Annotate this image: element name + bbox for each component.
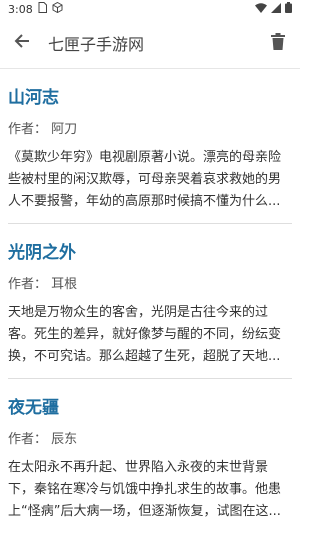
- book-author: 作者： 辰东: [8, 432, 78, 447]
- book-author: 作者： 耳根: [8, 277, 78, 292]
- book-title[interactable]: 光阴之外: [8, 238, 292, 263]
- cube-icon: [52, 1, 63, 16]
- book-author: 作者： 阿刀: [8, 122, 78, 137]
- status-bar: 3:08: [0, 0, 300, 18]
- list-item[interactable]: 光阴之外 作者： 耳根 天地是万物众生的客舍，光阴是古往今来的过客。死生的差异，…: [8, 224, 292, 379]
- book-title[interactable]: 夜无疆: [8, 393, 292, 418]
- book-title[interactable]: 山河志: [8, 83, 292, 108]
- sim-icon: [38, 2, 47, 16]
- signal-icon: [271, 2, 281, 16]
- battery-icon: [285, 2, 292, 16]
- list-item[interactable]: 山河志 作者： 阿刀 《莫欺少年穷》电视剧原著小说。漂亮的母亲险些被村里的闲汉欺…: [8, 69, 292, 224]
- status-time: 3:08: [8, 2, 33, 16]
- list-item[interactable]: 夜无疆 作者： 辰东 在太阳永不再升起、世界陷入永夜的末世背景下，秦铭在寒冷与饥…: [8, 379, 292, 533]
- book-description: 天地是万物众生的客舍，光阴是古往今来的过客。死生的差异，就好像梦与醒的不同，纷纭…: [8, 305, 282, 364]
- book-description: 《莫欺少年穷》电视剧原著小说。漂亮的母亲险些被村里的闲汉欺辱，可母亲哭着哀求救她…: [8, 150, 282, 209]
- app-bar: 七匣子手游网: [0, 18, 300, 69]
- back-arrow-icon: [14, 33, 30, 53]
- book-list: 山河志 作者： 阿刀 《莫欺少年穷》电视剧原著小说。漂亮的母亲险些被村里的闲汉欺…: [0, 69, 300, 533]
- book-description: 在太阳永不再升起、世界陷入永夜的末世背景下，秦铭在寒冷与饥饿中挣扎求生的故事。他…: [8, 460, 282, 519]
- wifi-icon: [255, 2, 267, 16]
- delete-button[interactable]: [266, 31, 290, 55]
- trash-icon: [271, 32, 285, 54]
- back-button[interactable]: [10, 31, 34, 55]
- page-title: 七匣子手游网: [48, 35, 145, 54]
